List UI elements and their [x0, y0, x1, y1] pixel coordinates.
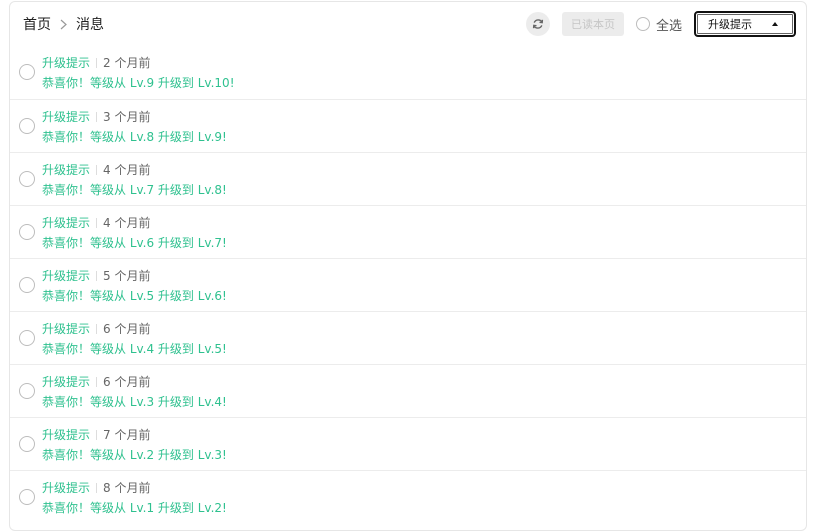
- breadcrumb-current: 消息: [76, 17, 104, 33]
- message-time: 8 个月前: [103, 481, 151, 495]
- chevron-right-icon: [60, 19, 67, 30]
- list-item[interactable]: 升级提示 3 个月前 恭喜你！等级从 Lv.8 升级到 Lv.9!: [10, 99, 806, 152]
- meta-divider: [96, 164, 98, 175]
- message-type-select[interactable]: 升级提示: [694, 11, 796, 37]
- meta-divider: [96, 57, 98, 68]
- message-type: 升级提示: [42, 375, 91, 389]
- message-time: 4 个月前: [103, 163, 151, 177]
- select-radio[interactable]: [19, 171, 35, 187]
- list-item[interactable]: 升级提示 6 个月前 恭喜你！等级从 Lv.3 升级到 Lv.4!: [10, 364, 806, 417]
- message-meta: 升级提示 4 个月前: [42, 214, 150, 231]
- panel-header: 首页 消息 已读本页 全选 升级提示: [10, 2, 806, 46]
- meta-divider: [96, 376, 98, 387]
- breadcrumb-home-link[interactable]: 首页: [23, 14, 51, 34]
- mark-page-read-button[interactable]: 已读本页: [561, 12, 624, 36]
- meta-divider: [96, 270, 98, 281]
- message-type: 升级提示: [42, 56, 91, 70]
- select-all-toggle[interactable]: 全选: [635, 15, 682, 34]
- select-radio[interactable]: [19, 277, 35, 293]
- list-item[interactable]: 升级提示 6 个月前 恭喜你！等级从 Lv.4 升级到 Lv.5!: [10, 311, 806, 364]
- message-time: 5 个月前: [103, 269, 151, 283]
- message-type: 升级提示: [42, 110, 91, 124]
- message-type: 升级提示: [42, 322, 91, 336]
- message-meta: 升级提示 6 个月前: [42, 320, 150, 337]
- breadcrumb: 首页 消息: [23, 14, 104, 34]
- message-meta: 升级提示 8 个月前: [42, 479, 150, 496]
- meta-divider: [96, 111, 98, 122]
- select-radio[interactable]: [19, 330, 35, 346]
- message-list: 升级提示 2 个月前 恭喜你！等级从 Lv.9 升级到 Lv.10! 升级提示 …: [10, 46, 806, 523]
- messages-panel: 首页 消息 已读本页 全选 升级提示 升级提示 2 个月前 恭喜你！等级从 Lv…: [9, 1, 807, 531]
- select-radio[interactable]: [19, 489, 35, 505]
- list-item[interactable]: 升级提示 2 个月前 恭喜你！等级从 Lv.9 升级到 Lv.10!: [10, 46, 806, 99]
- message-time: 3 个月前: [103, 110, 151, 124]
- message-text[interactable]: 恭喜你！等级从 Lv.8 升级到 Lv.9!: [42, 128, 227, 145]
- message-type: 升级提示: [42, 269, 91, 283]
- message-text[interactable]: 恭喜你！等级从 Lv.1 升级到 Lv.2!: [42, 499, 227, 516]
- meta-divider: [96, 217, 98, 228]
- message-text[interactable]: 恭喜你！等级从 Lv.9 升级到 Lv.10!: [42, 74, 235, 91]
- message-meta: 升级提示 3 个月前: [42, 108, 150, 125]
- message-type: 升级提示: [42, 216, 91, 230]
- message-time: 6 个月前: [103, 322, 151, 336]
- list-item[interactable]: 升级提示 7 个月前 恭喜你！等级从 Lv.2 升级到 Lv.3!: [10, 417, 806, 470]
- message-type-selected: 升级提示: [708, 18, 752, 31]
- message-time: 6 个月前: [103, 375, 151, 389]
- message-type: 升级提示: [42, 481, 91, 495]
- select-radio[interactable]: [19, 383, 35, 399]
- message-meta: 升级提示 6 个月前: [42, 373, 150, 390]
- message-time: 4 个月前: [103, 216, 151, 230]
- message-meta: 升级提示 4 个月前: [42, 161, 150, 178]
- meta-divider: [96, 323, 98, 334]
- caret-up-icon: [772, 22, 778, 26]
- list-item[interactable]: 升级提示 5 个月前 恭喜你！等级从 Lv.5 升级到 Lv.6!: [10, 258, 806, 311]
- select-all-label: 全选: [655, 18, 682, 34]
- message-meta: 升级提示 5 个月前: [42, 267, 150, 284]
- message-text[interactable]: 恭喜你！等级从 Lv.6 升级到 Lv.7!: [42, 234, 227, 251]
- message-time: 2 个月前: [103, 56, 151, 70]
- message-meta: 升级提示 2 个月前: [42, 54, 150, 71]
- meta-divider: [96, 429, 98, 440]
- message-text[interactable]: 恭喜你！等级从 Lv.3 升级到 Lv.4!: [42, 393, 227, 410]
- select-radio[interactable]: [19, 224, 35, 240]
- message-time: 7 个月前: [103, 428, 151, 442]
- message-type: 升级提示: [42, 163, 91, 177]
- toolbar: 已读本页 全选 升级提示: [525, 11, 796, 37]
- message-text[interactable]: 恭喜你！等级从 Lv.4 升级到 Lv.5!: [42, 340, 227, 357]
- list-item[interactable]: 升级提示 8 个月前 恭喜你！等级从 Lv.1 升级到 Lv.2!: [10, 470, 806, 523]
- refresh-icon: [532, 15, 544, 34]
- message-text[interactable]: 恭喜你！等级从 Lv.5 升级到 Lv.6!: [42, 287, 227, 304]
- list-item[interactable]: 升级提示 4 个月前 恭喜你！等级从 Lv.7 升级到 Lv.8!: [10, 152, 806, 205]
- select-radio[interactable]: [19, 118, 35, 134]
- select-radio[interactable]: [19, 436, 35, 452]
- message-text[interactable]: 恭喜你！等级从 Lv.2 升级到 Lv.3!: [42, 446, 227, 463]
- message-text[interactable]: 恭喜你！等级从 Lv.7 升级到 Lv.8!: [42, 181, 227, 198]
- list-item[interactable]: 升级提示 4 个月前 恭喜你！等级从 Lv.6 升级到 Lv.7!: [10, 205, 806, 258]
- select-radio[interactable]: [19, 64, 35, 80]
- select-all-radio[interactable]: [635, 17, 650, 31]
- meta-divider: [96, 482, 98, 493]
- refresh-button[interactable]: [525, 12, 550, 36]
- message-type: 升级提示: [42, 428, 91, 442]
- message-meta: 升级提示 7 个月前: [42, 426, 150, 443]
